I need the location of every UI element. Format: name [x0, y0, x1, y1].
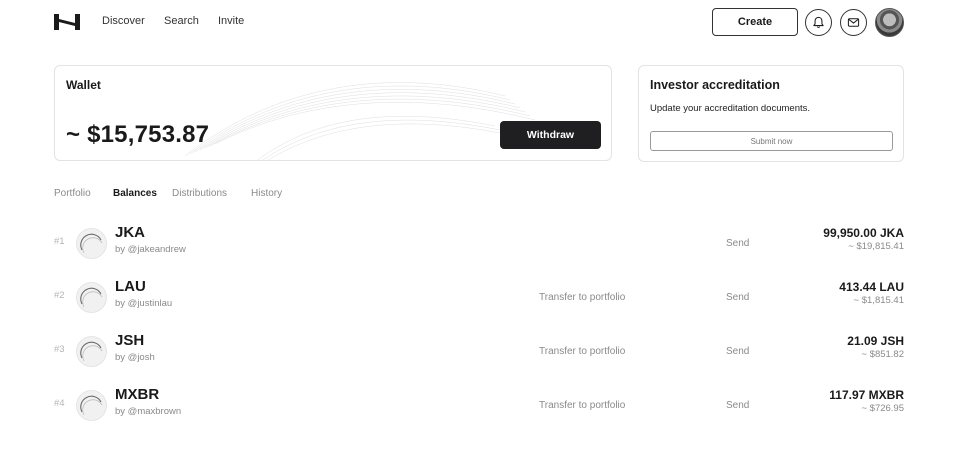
token-amount: 21.09 JSH: [847, 334, 904, 348]
creator-handle[interactable]: by @justinlau: [115, 298, 172, 309]
transfer-to-portfolio-link[interactable]: Transfer to portfolio: [539, 400, 625, 411]
top-nav: Discover Search Invite Create: [54, 8, 904, 37]
usd-value: ~ $726.95: [861, 403, 904, 414]
wallet-title: Wallet: [66, 78, 101, 92]
logo-icon[interactable]: [54, 14, 80, 30]
nav-search-link[interactable]: Search: [164, 15, 199, 27]
accreditation-card: Investor accreditation Update your accre…: [638, 65, 904, 162]
create-button[interactable]: Create: [712, 8, 798, 36]
token-icon: [76, 336, 107, 367]
token-ticker[interactable]: JSH: [115, 332, 144, 349]
balance-row: #3 JSH by @josh Transfer to portfolio Se…: [54, 332, 904, 372]
nav-discover-link[interactable]: Discover: [102, 15, 145, 27]
transfer-to-portfolio-link[interactable]: Transfer to portfolio: [539, 292, 625, 303]
usd-value: ~ $19,815.41: [848, 241, 904, 252]
messages-button[interactable]: [840, 9, 867, 36]
mail-icon: [847, 18, 860, 27]
token-ticker[interactable]: JKA: [115, 224, 145, 241]
notifications-button[interactable]: [805, 9, 832, 36]
token-icon: [76, 282, 107, 313]
creator-handle[interactable]: by @maxbrown: [115, 406, 181, 417]
send-link[interactable]: Send: [726, 400, 749, 411]
usd-value: ~ $851.82: [861, 349, 904, 360]
rank-label: #3: [54, 344, 65, 355]
transfer-to-portfolio-link[interactable]: Transfer to portfolio: [539, 346, 625, 357]
wallet-card: Wallet ~ $15,753.87 Withdraw: [54, 65, 612, 161]
tab-distributions[interactable]: Distributions: [172, 188, 227, 199]
creator-handle[interactable]: by @josh: [115, 352, 155, 363]
send-link[interactable]: Send: [726, 346, 749, 357]
send-link[interactable]: Send: [726, 292, 749, 303]
bell-icon: [813, 16, 824, 28]
token-amount: 413.44 LAU: [839, 280, 904, 294]
balance-row: #1 JKA by @jakeandrew Send 99,950.00 JKA…: [54, 224, 904, 264]
usd-value: ~ $1,815.41: [853, 295, 904, 306]
tab-balances[interactable]: Balances: [113, 188, 157, 199]
token-ticker[interactable]: LAU: [115, 278, 146, 295]
accreditation-title: Investor accreditation: [650, 78, 780, 92]
balance-row: #4 MXBR by @maxbrown Transfer to portfol…: [54, 386, 904, 426]
send-link[interactable]: Send: [726, 238, 749, 249]
submit-now-button[interactable]: Submit now: [650, 131, 893, 151]
accreditation-description: Update your accreditation documents.: [650, 103, 811, 114]
rank-label: #4: [54, 398, 65, 409]
token-amount: 99,950.00 JKA: [823, 226, 904, 240]
rank-label: #1: [54, 236, 65, 247]
token-icon: [76, 390, 107, 421]
nav-invite-link[interactable]: Invite: [218, 15, 244, 27]
withdraw-button[interactable]: Withdraw: [500, 121, 601, 149]
tab-history[interactable]: History: [251, 188, 282, 199]
creator-handle[interactable]: by @jakeandrew: [115, 244, 186, 255]
balance-row: #2 LAU by @justinlau Transfer to portfol…: [54, 278, 904, 318]
tab-portfolio[interactable]: Portfolio: [54, 188, 91, 199]
token-icon: [76, 228, 107, 259]
wallet-balance: ~ $15,753.87: [66, 121, 210, 148]
token-amount: 117.97 MXBR: [829, 388, 904, 402]
avatar[interactable]: [875, 8, 904, 37]
rank-label: #2: [54, 290, 65, 301]
token-ticker[interactable]: MXBR: [115, 386, 159, 403]
